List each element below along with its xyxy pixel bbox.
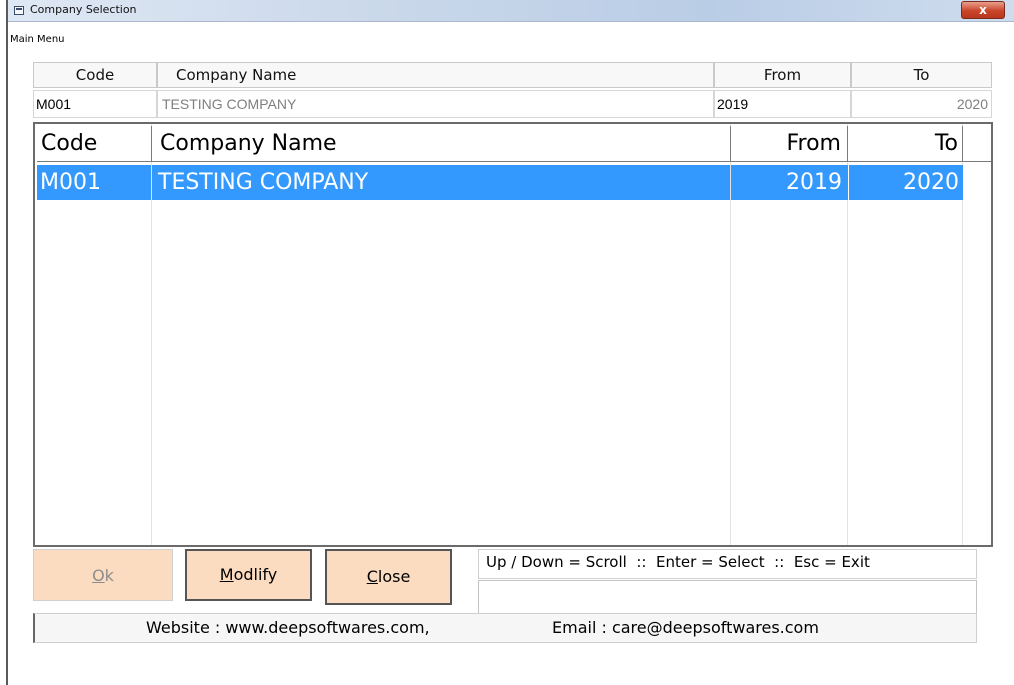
cell-to: 2020	[849, 165, 963, 200]
status-box	[478, 580, 977, 615]
company-name-field[interactable]: TESTING COMPANY	[157, 90, 714, 118]
cell-from: 2019	[731, 165, 848, 200]
grid-header-filler	[963, 126, 991, 162]
modify-button-hotkey: M	[219, 565, 234, 584]
table-row[interactable]: M001 TESTING COMPANY 2019 2020	[37, 165, 963, 201]
header-code-label: Code	[33, 62, 157, 88]
header-company-name-label: Company Name	[157, 62, 714, 88]
grid-header-to[interactable]: To	[848, 126, 963, 162]
grid-header-company-name[interactable]: Company Name	[152, 126, 731, 162]
to-year-field[interactable]: 2020	[851, 90, 992, 118]
modify-button[interactable]: Modlify	[185, 549, 312, 601]
ok-button-label: k	[104, 566, 114, 585]
from-year-field[interactable]: 2019	[714, 90, 851, 118]
company-grid[interactable]: Code Company Name From To M001 TESTING C…	[33, 122, 993, 547]
ok-button-hotkey: O	[92, 566, 105, 585]
close-window-button[interactable]: x	[961, 1, 1005, 19]
header-to-label: To	[851, 62, 992, 88]
close-button-hotkey: C	[366, 567, 378, 586]
ok-button[interactable]: Ok	[33, 549, 173, 601]
grid-header-from[interactable]: From	[731, 126, 848, 162]
window-left-edge	[0, 0, 8, 685]
cell-company-name: TESTING COMPANY	[152, 165, 730, 200]
code-field[interactable]: M001	[33, 90, 157, 118]
window-title: Company Selection	[30, 3, 137, 16]
header-from-label: From	[714, 62, 851, 88]
cell-code: M001	[37, 165, 151, 200]
close-button-label: lose	[377, 567, 411, 586]
window-icon	[14, 6, 24, 15]
keyboard-help-text: Up / Down = Scroll :: Enter = Select :: …	[486, 553, 870, 571]
footer-website: Website : www.deepsoftwares.com,	[146, 618, 430, 637]
footer-email: Email : care@deepsoftwares.com	[552, 618, 819, 637]
modify-button-label: odlify	[233, 565, 278, 584]
menu-item-main-menu[interactable]: Main Menu	[10, 34, 65, 45]
title-bar[interactable]: Company Selection x	[0, 0, 1014, 22]
grid-header-code[interactable]: Code	[37, 126, 152, 162]
close-button[interactable]: Close	[325, 549, 452, 605]
